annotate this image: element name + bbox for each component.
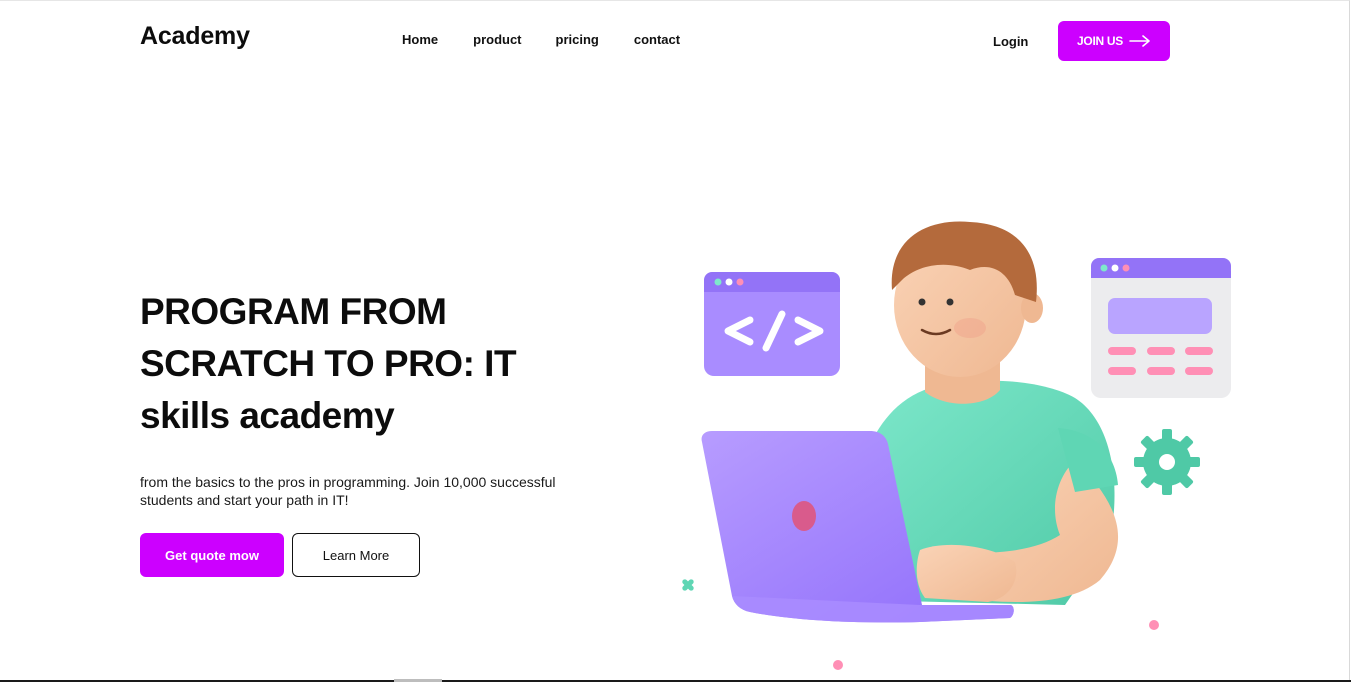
login-link[interactable]: Login bbox=[993, 34, 1028, 49]
pink-dot-icon bbox=[833, 660, 843, 670]
nav-pricing[interactable]: pricing bbox=[556, 32, 599, 47]
hero-title: PROGRAM FROM SCRATCH TO PRO: IT skills a… bbox=[140, 291, 517, 436]
hero-illustration bbox=[682, 221, 1231, 670]
join-us-label: JOIN US bbox=[1077, 34, 1123, 48]
get-quote-button[interactable]: Get quote mow bbox=[140, 533, 284, 577]
hero-subtitle: from the basics to the pros in programmi… bbox=[140, 474, 556, 508]
nav-contact[interactable]: contact bbox=[634, 32, 680, 47]
logo[interactable]: Academy bbox=[140, 22, 250, 51]
ui-window-icon bbox=[1091, 258, 1231, 398]
join-us-button[interactable]: JOIN US bbox=[1058, 21, 1170, 61]
sparkle-cross-icon bbox=[682, 579, 694, 591]
arrow-right-icon bbox=[1129, 35, 1151, 47]
code-window-icon bbox=[704, 272, 840, 376]
learn-more-button[interactable]: Learn More bbox=[292, 533, 420, 577]
main-nav: Home product pricing contact bbox=[402, 32, 680, 47]
nav-home[interactable]: Home bbox=[402, 32, 438, 47]
pink-dot-icon bbox=[1149, 620, 1159, 630]
gear-icon bbox=[1134, 429, 1200, 495]
nav-product[interactable]: product bbox=[473, 32, 521, 47]
